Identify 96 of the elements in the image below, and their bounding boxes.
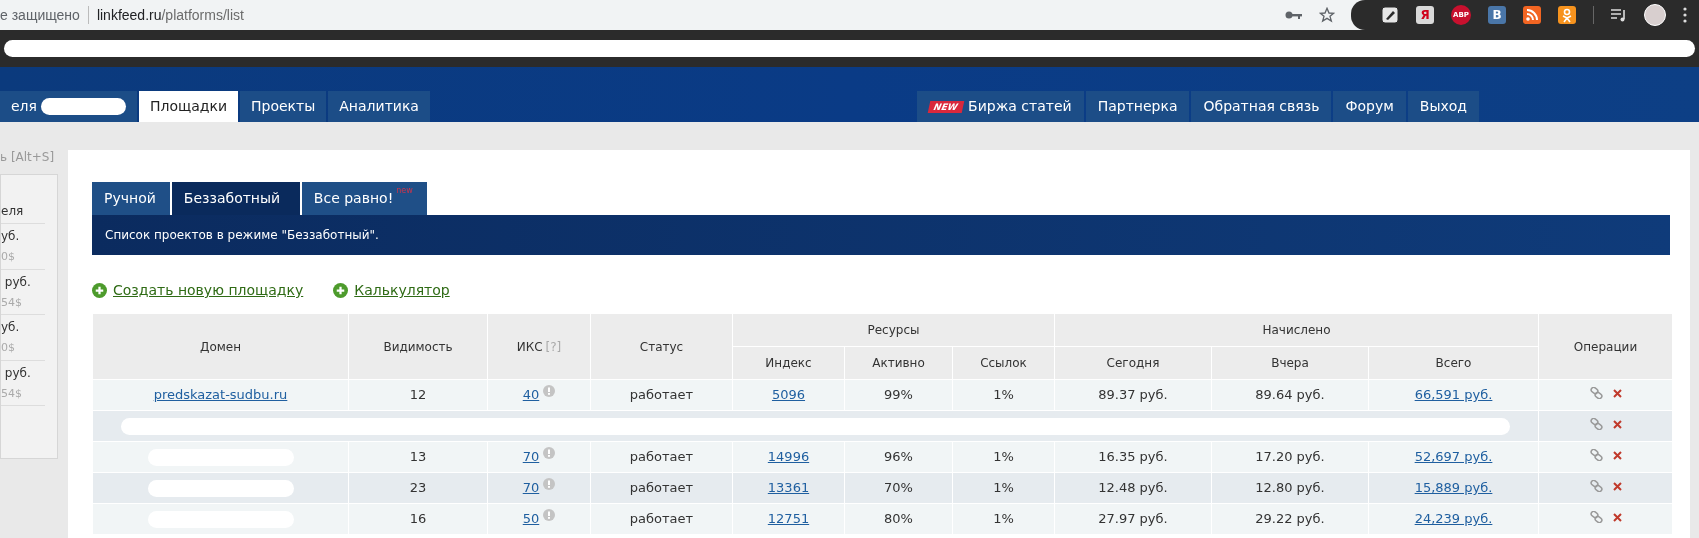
index-link[interactable]: 5096 (771, 387, 806, 403)
table-cell: 12 (348, 379, 488, 411)
mode-tab[interactable]: Все равно! new (301, 182, 427, 215)
security-label: е защищено (0, 5, 81, 25)
table-cell: 1% (952, 472, 1055, 504)
delete-icon[interactable] (1612, 512, 1622, 522)
column-header: ИКС [?] (487, 313, 591, 380)
new-label: new (396, 185, 413, 197)
table-cell: 12.48 руб. (1054, 472, 1212, 504)
column-header: Операции (1538, 313, 1673, 380)
nav-tab[interactable]: еля (0, 91, 137, 122)
delete-icon[interactable] (1612, 450, 1622, 460)
sidebar-item: руб. (3, 273, 32, 291)
table-cell: 17.20 руб. (1211, 441, 1369, 473)
sidebar-item: руб. (3, 364, 32, 382)
new-label: NEW (927, 100, 964, 113)
column-header: Активно (844, 346, 953, 380)
table-cell: работает (590, 472, 733, 504)
avatar[interactable] (1644, 4, 1666, 26)
table-cell: 13 (348, 441, 488, 473)
iks-link[interactable]: 70 (522, 447, 540, 467)
address-url[interactable]: linkfeed.ru/platforms/list (96, 4, 1285, 26)
vk-extension-icon[interactable]: В (1488, 6, 1506, 24)
nav-tab[interactable]: Аналитика (328, 91, 430, 122)
add-link[interactable]: Создать новую площадку (92, 280, 304, 301)
sidebar-subtext: 0$ (1, 249, 16, 265)
index-link[interactable]: 14996 (767, 449, 810, 465)
menu-icon[interactable] (1683, 7, 1687, 23)
column-header: Видимость (348, 313, 488, 380)
table-cell: работает (590, 379, 733, 411)
nav-tab[interactable]: NEW Биржа статей (916, 91, 1084, 122)
column-header: Всего (1368, 346, 1539, 380)
plus-icon (333, 283, 349, 298)
table-cell: 16.35 руб. (1054, 441, 1212, 473)
index-link[interactable]: 13361 (767, 480, 810, 496)
nav-tab[interactable]: Обратная связь (1191, 91, 1332, 122)
table-cell: 89.37 руб. (1054, 379, 1212, 411)
person-extension-icon[interactable] (1558, 6, 1576, 24)
column-header: Ссылок (952, 346, 1055, 380)
iks-link[interactable]: 40 (522, 385, 540, 405)
table-cell: 29.22 руб. (1211, 503, 1369, 535)
link-icon[interactable] (1589, 449, 1603, 462)
sidebar-item: уб. (1, 319, 21, 336)
delete-icon[interactable] (1612, 481, 1622, 491)
mode-tab[interactable]: Ручной (92, 182, 170, 215)
iks-link[interactable]: 50 (522, 509, 540, 529)
nav-tab[interactable]: Выход (1407, 91, 1479, 122)
delete-icon[interactable] (1612, 419, 1622, 429)
nav-tab[interactable]: Форум (1333, 91, 1406, 122)
column-header: Домен (92, 313, 349, 380)
group-header: Начислено (1054, 313, 1539, 347)
link-icon[interactable] (1589, 511, 1603, 524)
nav-tab[interactable]: Партнерка (1085, 91, 1190, 122)
mode-tab[interactable]: Беззаботный (171, 182, 300, 215)
table-cell: 96% (844, 441, 953, 473)
pen-extension-icon[interactable] (1381, 6, 1399, 24)
column-header: Сегодня (1054, 346, 1212, 380)
link-icon[interactable] (1589, 387, 1603, 400)
table-cell: 16 (348, 503, 488, 535)
plus-icon (92, 283, 107, 298)
table-cell: 1% (952, 441, 1055, 473)
table-cell: 70% (844, 472, 953, 504)
sidebar-item: уб. (1, 228, 21, 245)
column-header: Индекс (732, 346, 845, 380)
link-icon[interactable] (1589, 480, 1603, 493)
table-cell: 80% (844, 503, 953, 535)
sidebar-subtext: 0$ (1, 340, 16, 356)
sidebar-item: еля (1, 203, 25, 220)
table-cell: работает (590, 503, 733, 535)
table-cell: 1% (952, 503, 1055, 535)
table-cell: 89.64 руб. (1211, 379, 1369, 411)
table-cell: 99% (844, 379, 953, 411)
column-header: Статус (590, 313, 733, 380)
column-header: Вчера (1211, 346, 1369, 380)
link-icon[interactable] (1589, 418, 1603, 431)
add-link[interactable]: Калькулятор (333, 280, 450, 301)
mode-description: Список проектов в режиме "Беззаботный". (105, 227, 379, 244)
key-icon[interactable] (1285, 10, 1303, 20)
table-cell: 27.97 руб. (1054, 503, 1212, 535)
table-cell: 12.80 руб. (1211, 472, 1369, 504)
star-icon[interactable] (1319, 7, 1335, 23)
sidebar-subtext: 54$ (1, 385, 23, 402)
yandex-extension-icon[interactable]: Я (1416, 6, 1434, 24)
rss-icon[interactable] (1523, 6, 1541, 24)
index-link[interactable]: 12751 (767, 511, 810, 527)
group-header: Ресурсы (732, 313, 1055, 347)
table-cell: работает (590, 441, 733, 473)
table-cell: 1% (952, 379, 1055, 411)
delete-icon[interactable] (1612, 388, 1622, 398)
sidebar-subtext: 54$ (1, 294, 23, 311)
table-cell: 23 (348, 472, 488, 504)
nav-tab[interactable]: Площадки (139, 91, 239, 122)
nav-tab[interactable]: Проекты (240, 91, 327, 122)
hotkey-hint: ь [Alt+S] (0, 149, 56, 166)
playlist-icon[interactable] (1611, 8, 1627, 22)
iks-link[interactable]: 70 (522, 478, 540, 498)
